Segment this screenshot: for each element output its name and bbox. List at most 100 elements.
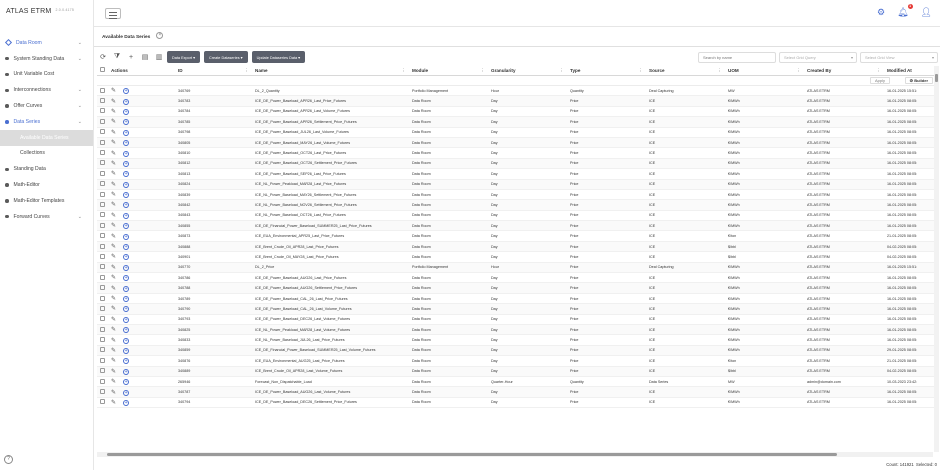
checkbox[interactable] [100,212,105,218]
checkbox[interactable] [100,139,105,145]
row-select[interactable] [97,326,108,333]
edit-icon[interactable]: ✎ [111,244,116,250]
add-icon[interactable]: + [123,192,130,199]
edit-icon[interactable]: ✎ [111,296,116,302]
row-select[interactable] [97,181,108,187]
checkbox[interactable] [100,129,105,135]
sidebar-item-forward-curves[interactable]: Forward Curves ⌄ [0,209,93,225]
table-row[interactable]: ✎ +340873 ICE_EUA_Environmental_APR25_Last… [97,231,937,242]
table-row[interactable]: ✎ +265946 Forecast_Non_Dispatchable_Load Da… [97,377,937,388]
header-module[interactable]: Module ⋮ [409,66,488,76]
checkbox[interactable] [100,87,105,93]
edit-icon[interactable]: ✎ [111,213,116,219]
table-row[interactable]: ✎ +340859 ICE_DE_Financial_Power_Baseload_… [97,345,937,357]
add-icon[interactable]: + [123,358,130,365]
sidebar-item-math-editor[interactable]: Math-Editor [0,177,93,193]
checkbox[interactable] [100,108,105,114]
table-row[interactable]: ✎ +340813 ICE_DE_Power_Baseload_SEP26_Last… [97,169,937,180]
add-icon[interactable]: + [123,108,130,115]
edit-icon[interactable]: ✎ [111,286,116,292]
checkbox[interactable] [100,222,105,228]
table-row[interactable]: ✎ +340770 DL_2_Price Portfolio Management Ho… [97,262,937,274]
checkbox[interactable] [100,378,105,384]
search-input[interactable] [698,51,776,63]
add-icon[interactable]: + [123,264,130,271]
checkbox[interactable] [100,285,105,291]
vertical-scrollbar[interactable] [934,66,939,452]
add-icon[interactable]: + [123,150,130,157]
header-uom[interactable]: UOM ⋮ [725,66,804,76]
row-select[interactable] [97,368,108,374]
help-icon[interactable]: ? [4,455,13,464]
edit-icon[interactable]: ✎ [111,119,116,125]
table-row[interactable]: ✎ +340785 ICE_DE_Power_Baseload_APR26_Sett… [97,117,937,128]
table-row[interactable]: ✎ +340783 ICE_DE_Power_Baseload_APR26_Last… [97,96,937,107]
table-row[interactable]: ✎ +340901 ICE_Brent_Crude_Oil_MAY28_Last_P… [97,252,937,263]
column-menu-icon[interactable]: ⋮ [559,66,564,76]
table-row[interactable]: ✎ +340888 ICE_Brent_Crude_Oil_APR28_Last_P… [97,241,937,253]
sidebar-item-system-standing-data[interactable]: System Standing Data ⌄ [0,51,93,67]
edit-icon[interactable]: ✎ [111,202,116,208]
add-icon[interactable]: + [123,98,130,105]
add-icon[interactable]: + [123,306,130,313]
table-row[interactable]: ✎ +340889 ICE_Brent_Crude_Oil_APR28_Last_V… [97,366,937,377]
edit-icon[interactable]: ✎ [111,390,116,396]
sidebar-item-collections[interactable]: Collections [0,146,93,162]
add-icon[interactable]: + [123,254,130,261]
column-menu-icon[interactable]: ⋮ [244,66,249,76]
sidebar-item-interconnections[interactable]: Interconnections ⌄ [0,82,93,98]
column-menu-icon[interactable]: ⋮ [401,66,406,76]
add-icon[interactable]: + [123,181,130,188]
horizontal-scrollbar[interactable] [97,452,933,457]
table-row[interactable]: ✎ +340784 ICE_DE_Power_Baseload_APR26_Last… [97,107,937,118]
row-select[interactable] [97,399,108,405]
checkbox[interactable] [100,170,105,176]
header-source[interactable]: Source ⋮ [646,66,725,76]
add-icon[interactable]: + [123,212,130,219]
row-select[interactable] [97,233,108,239]
add-icon[interactable]: + [123,129,130,136]
edit-icon[interactable]: ✎ [111,223,116,229]
row-select[interactable] [97,212,108,218]
sidebar-item-data-series[interactable]: Data Series ⌄ [0,114,93,130]
grid-query-select[interactable]: Select Grid Query [779,51,857,63]
checkbox[interactable] [100,66,105,72]
row-select[interactable] [97,285,108,291]
add-icon[interactable]: + [123,119,130,126]
sidebar-item-standing-data[interactable]: Standing Data [0,161,93,177]
close-tab-icon[interactable]: × [156,32,164,39]
row-select[interactable] [97,347,108,353]
add-icon[interactable]: + [123,337,130,344]
row-select[interactable] [97,139,108,146]
add-icon[interactable]: + [123,223,130,230]
row-select[interactable] [97,87,108,94]
header-select-all[interactable] [97,66,108,76]
edit-icon[interactable]: ✎ [111,400,116,406]
add-icon[interactable]: + [123,296,130,302]
header-created-by[interactable]: Created By ⋮ [804,66,884,76]
row-select[interactable] [97,337,108,343]
checkbox[interactable] [100,118,105,124]
table-row[interactable]: ✎ +340812 ICE_DE_Power_Baseload_OCT26_Sett… [97,158,937,170]
row-select[interactable] [97,118,108,125]
user-icon[interactable]: 👤︎ [921,7,932,18]
checkbox[interactable] [100,274,105,280]
table-row[interactable]: ✎ +340833 ICE_NL_Power_Baseload_JUL26_Last… [97,335,937,346]
row-select[interactable] [97,170,108,177]
checkbox[interactable] [100,295,105,301]
checkbox[interactable] [100,316,105,322]
row-select[interactable] [97,191,108,198]
sidebar-item-available-data-series[interactable]: Available Data Series [0,129,93,146]
checkbox[interactable] [100,264,105,270]
edit-icon[interactable]: ✎ [111,99,116,105]
row-select[interactable] [97,243,108,250]
row-select[interactable] [97,160,108,166]
edit-icon[interactable]: ✎ [111,338,116,344]
table-row[interactable]: ✎ +340788 ICE_DE_Power_Baseload_AUG26_Sett… [97,283,937,294]
edit-icon[interactable]: ✎ [111,182,116,188]
bell-icon[interactable]: 🔔︎ 1 [897,4,913,18]
checkbox[interactable] [100,305,105,311]
add-icon[interactable]: + [123,88,130,95]
edit-icon[interactable]: ✎ [111,171,116,177]
builder-button[interactable]: ⚙ Builder [904,77,933,84]
